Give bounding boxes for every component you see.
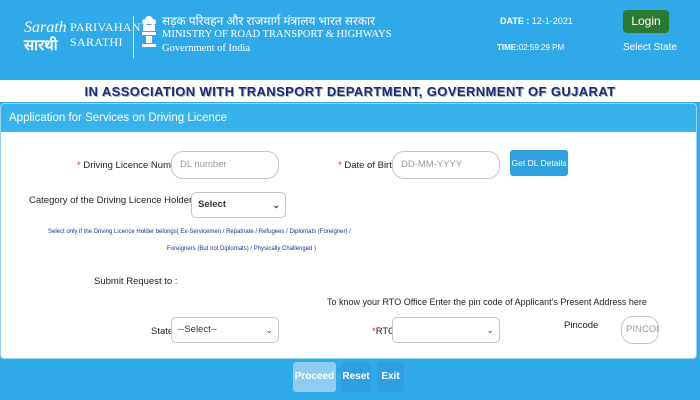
category-hint-2: Foreigners (But not Diplomats) / Physica… — [167, 246, 317, 252]
rto-select[interactable]: ⌄ — [392, 317, 500, 343]
sarathi-logo-icon: Sarathi सारथी — [23, 19, 66, 54]
select-state-link[interactable]: Select State — [623, 42, 677, 53]
banner-text: IN ASSOCIATION WITH TRANSPORT DEPARTMENT… — [84, 84, 616, 99]
exit-button[interactable]: Exit — [377, 362, 404, 392]
category-hint-1: Select only if the Driving Licence Holde… — [48, 229, 351, 235]
required-mark: * — [77, 160, 81, 171]
ministry-hindi: सड़क परिवहन और राजमार्ग मंत्रालय भारत सर… — [162, 14, 375, 28]
time-label: TIME: — [497, 43, 519, 52]
association-banner: IN ASSOCIATION WITH TRANSPORT DEPARTMENT… — [0, 80, 700, 102]
dob-label-group: * Date of Birth — [338, 160, 397, 171]
state-select[interactable]: --Select-- ⌄ — [171, 317, 279, 343]
state-select-value: --Select-- — [178, 324, 218, 335]
dl-number-input[interactable]: DL number — [171, 151, 279, 179]
header-divider — [133, 16, 134, 58]
dob-label: Date of Birth — [344, 160, 398, 171]
brand-name: PARIVAHAN SARATHI — [70, 20, 141, 50]
brand-line-2: SARATHI — [70, 35, 123, 49]
national-emblem-icon — [142, 16, 156, 47]
category-select[interactable]: Select ⌄ — [191, 192, 286, 218]
category-label: Category of the Driving Licence Holder : — [29, 195, 198, 206]
pincode-label: Pincode — [564, 320, 599, 331]
state-label: State — [151, 326, 174, 337]
get-dl-details-button[interactable]: Get DL Details — [510, 150, 568, 176]
rto-info-text: To know your RTO Office Enter the pin co… — [327, 297, 647, 307]
reset-button[interactable]: Reset — [341, 362, 371, 392]
dob-input[interactable]: DD-MM-YYYY — [392, 151, 500, 179]
chevron-down-icon: ⌄ — [486, 325, 494, 335]
chevron-down-icon: ⌄ — [265, 325, 273, 335]
card-title: Application for Services on Driving Lice… — [1, 104, 696, 132]
required-mark: * — [338, 160, 342, 171]
ministry-block: सड़क परिवहन और राजमार्ग मंत्रालय भारत सर… — [162, 14, 392, 56]
date-value: 12-1-2021 — [531, 16, 573, 26]
login-button[interactable]: Login — [623, 10, 669, 33]
time-value: 02:59:29 PM — [518, 43, 565, 52]
svg-text:Sarathi: Sarathi — [24, 19, 66, 36]
brand-line-1: PARIVAHAN — [70, 20, 141, 34]
chevron-down-icon: ⌄ — [272, 200, 280, 210]
date-label: DATE : — [500, 16, 530, 26]
pincode-input[interactable]: PINCODE — [621, 316, 659, 344]
submit-request-label: Submit Request to : — [94, 276, 178, 287]
site-header: Sarathi सारथी PARIVAHAN SARATHI सड़क परि… — [0, 0, 700, 80]
proceed-button[interactable]: Proceed — [293, 362, 336, 392]
time-display: TIME:02:59:29 PM — [497, 43, 564, 52]
category-select-value: Select — [198, 199, 226, 210]
dl-services-card: Application for Services on Driving Lice… — [0, 103, 697, 359]
svg-text:सारथी: सारथी — [23, 36, 59, 54]
government-of-india: Government of India — [162, 43, 251, 54]
dl-number-label: Driving Licence Number — [83, 160, 185, 171]
ministry-english: MINISTRY OF ROAD TRANSPORT & HIGHWAYS — [162, 29, 392, 40]
dl-number-label-group: * Driving Licence Number — [77, 160, 185, 171]
date-display: DATE : 12-1-2021 — [500, 16, 573, 26]
